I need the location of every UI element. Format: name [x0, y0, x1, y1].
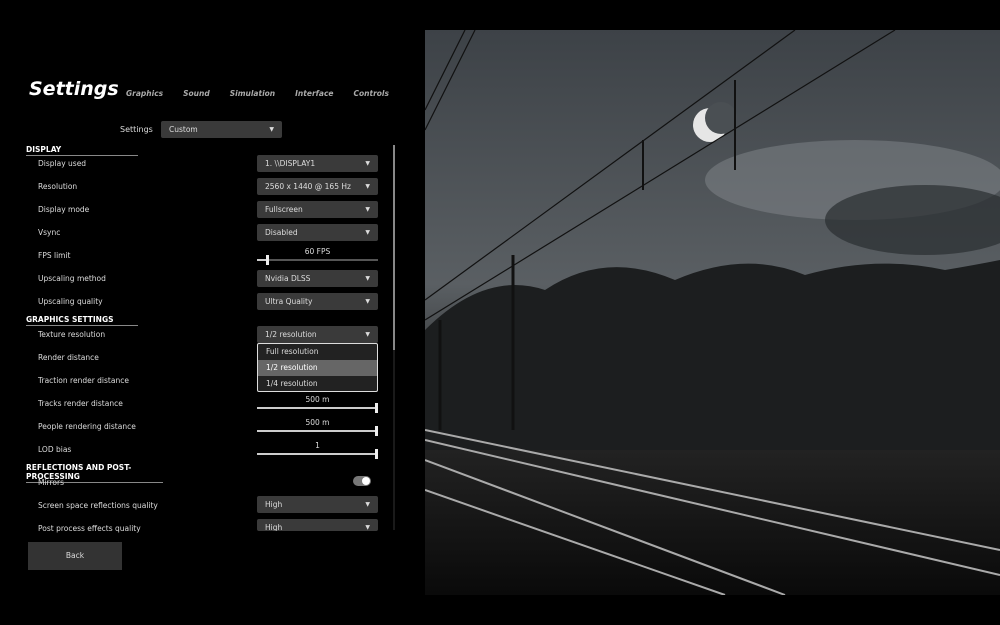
lod-bias-label: LOD bias — [38, 445, 72, 454]
display-used-dropdown[interactable]: 1. \\DISPLAY1 ▼ — [257, 155, 378, 172]
display-mode-label: Display mode — [38, 205, 90, 214]
upscaling-method-dropdown[interactable]: Nvidia DLSS ▼ — [257, 270, 378, 287]
display-used-label: Display used — [38, 159, 87, 168]
mirrors-toggle[interactable] — [353, 476, 371, 486]
tab-controls[interactable]: Controls — [354, 89, 389, 98]
display-used-value: 1. \\DISPLAY1 — [265, 159, 316, 168]
tab-sound[interactable]: Sound — [183, 89, 210, 98]
fps-limit-value: 60 FPS — [304, 247, 331, 256]
back-button[interactable]: Back — [28, 542, 122, 570]
chevron-down-icon: ▼ — [269, 126, 274, 133]
scrollbar-thumb[interactable] — [393, 145, 395, 350]
slider-handle[interactable] — [375, 449, 378, 459]
resolution-value: 2560 x 1440 @ 165 Hz — [265, 182, 351, 191]
settings-scrollbar[interactable] — [393, 145, 395, 530]
option-quarter-resolution[interactable]: 1/4 resolution — [258, 376, 377, 392]
section-display: DISPLAY — [26, 145, 138, 156]
railway-night-scene — [425, 30, 1000, 595]
upscaling-quality-dropdown[interactable]: Ultra Quality ▼ — [257, 293, 378, 310]
people-rendering-distance-value: 500 m — [305, 418, 330, 427]
ssr-quality-value: High — [265, 500, 283, 509]
mirrors-label: Mirrors — [38, 478, 65, 487]
tab-graphics[interactable]: Graphics — [126, 89, 163, 98]
page-title: Settings — [29, 78, 119, 100]
upscaling-quality-label: Upscaling quality — [38, 297, 103, 306]
slider-handle[interactable] — [375, 426, 378, 436]
traction-render-distance-label: Traction render distance — [38, 376, 129, 385]
preset-label: Settings — [120, 125, 153, 134]
lod-bias-slider[interactable] — [257, 449, 378, 459]
lod-bias-value: 1 — [315, 441, 320, 450]
chevron-down-icon: ▼ — [365, 206, 370, 213]
tab-simulation[interactable]: Simulation — [230, 89, 275, 98]
people-rendering-distance-slider[interactable] — [257, 426, 378, 436]
option-half-resolution[interactable]: 1/2 resolution — [258, 360, 377, 376]
chevron-down-icon: ▼ — [365, 298, 370, 305]
tracks-render-distance-value: 500 m — [305, 395, 330, 404]
chevron-down-icon: ▼ — [365, 160, 370, 167]
chevron-down-icon: ▼ — [365, 183, 370, 190]
display-mode-value: Fullscreen — [265, 205, 303, 214]
upscaling-method-label: Upscaling method — [38, 274, 106, 283]
upscaling-method-value: Nvidia DLSS — [265, 274, 311, 283]
tab-interface[interactable]: Interface — [295, 89, 333, 98]
texture-resolution-dropdown[interactable]: 1/2 resolution ▼ — [257, 326, 378, 343]
post-process-quality-dropdown[interactable]: High ▼ — [257, 519, 378, 531]
section-graphics: GRAPHICS SETTINGS — [26, 315, 138, 326]
ssr-quality-label: Screen space reflections quality — [38, 501, 158, 510]
post-process-quality-value: High — [265, 523, 283, 531]
chevron-down-icon: ▼ — [365, 501, 370, 508]
chevron-down-icon: ▼ — [365, 229, 370, 236]
settings-tabs: Graphics Sound Simulation Interface Cont… — [126, 89, 409, 98]
vsync-value: Disabled — [265, 228, 298, 237]
upscaling-quality-value: Ultra Quality — [265, 297, 313, 306]
fps-limit-slider[interactable] — [257, 255, 378, 265]
resolution-dropdown[interactable]: 2560 x 1440 @ 165 Hz ▼ — [257, 178, 378, 195]
option-full-resolution[interactable]: Full resolution — [258, 344, 377, 360]
vsync-dropdown[interactable]: Disabled ▼ — [257, 224, 378, 241]
chevron-down-icon: ▼ — [365, 331, 370, 338]
ssr-quality-dropdown[interactable]: High ▼ — [257, 496, 378, 513]
vsync-label: Vsync — [38, 228, 61, 237]
fps-limit-label: FPS limit — [38, 251, 71, 260]
tracks-render-distance-slider[interactable] — [257, 403, 378, 413]
tracks-render-distance-label: Tracks render distance — [38, 399, 123, 408]
post-process-quality-label: Post process effects quality — [38, 524, 141, 533]
preset-dropdown[interactable]: Custom ▼ — [161, 121, 282, 138]
slider-handle[interactable] — [266, 255, 270, 265]
resolution-label: Resolution — [38, 182, 78, 191]
texture-resolution-menu: Full resolution 1/2 resolution 1/4 resol… — [257, 343, 378, 392]
texture-resolution-value: 1/2 resolution — [265, 330, 317, 339]
preset-value: Custom — [169, 125, 198, 134]
slider-handle[interactable] — [375, 403, 378, 413]
people-rendering-distance-label: People rendering distance — [38, 422, 136, 431]
scene-preview-image — [425, 30, 1000, 595]
chevron-down-icon: ▼ — [365, 524, 370, 531]
chevron-down-icon: ▼ — [365, 275, 370, 282]
texture-resolution-label: Texture resolution — [38, 330, 106, 339]
render-distance-label: Render distance — [38, 353, 99, 362]
display-mode-dropdown[interactable]: Fullscreen ▼ — [257, 201, 378, 218]
settings-panel: Settings Graphics Sound Simulation Inter… — [0, 0, 425, 625]
